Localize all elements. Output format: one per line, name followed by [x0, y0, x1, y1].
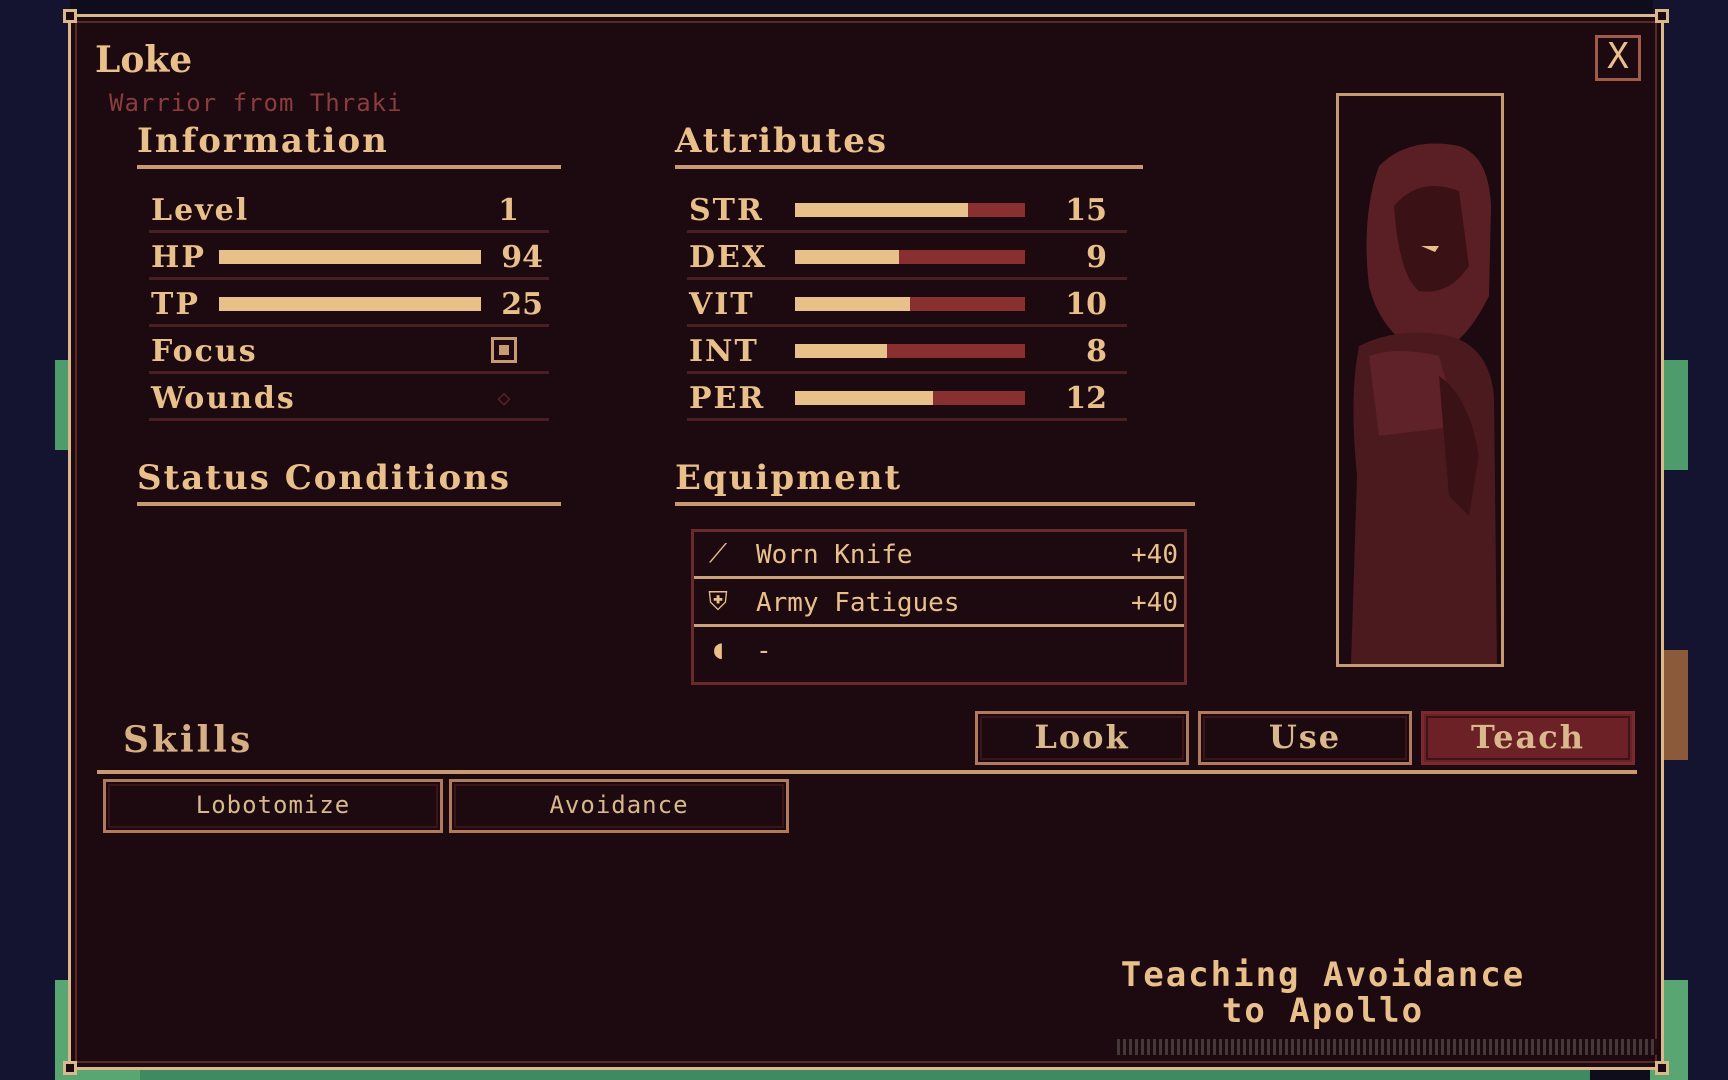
attribute-label: INT	[689, 334, 759, 369]
attribute-label: DEX	[689, 240, 768, 275]
stat-label: HP	[151, 240, 206, 275]
equipment-slot[interactable]: ⛨ Army Fatigues +40	[694, 580, 1184, 627]
stat-row-level: Level 1	[149, 189, 549, 233]
tp-bar-fill	[219, 297, 481, 311]
grass-tile	[55, 360, 69, 450]
panel-corner	[63, 1061, 77, 1075]
skills-divider	[97, 770, 1637, 774]
equipment-name: -	[756, 636, 772, 666]
attribute-bar-fill	[795, 203, 968, 217]
equipment-name: Worn Knife	[756, 540, 913, 570]
equipment-list: ⟋ Worn Knife +40 ⛨ Army Fatigues +40 ◖ -	[691, 529, 1187, 685]
attribute-value: 9	[1086, 240, 1107, 275]
status-conditions-heading: Status Conditions	[137, 458, 561, 506]
look-button[interactable]: Look	[975, 711, 1189, 765]
attribute-bar-fill	[795, 297, 910, 311]
stat-row-focus: Focus	[149, 330, 549, 374]
stat-label: TP	[151, 287, 200, 322]
skills-heading: Skills	[123, 719, 254, 761]
equipment-bonus: +40	[1131, 540, 1178, 570]
skill-button-lobotomize[interactable]: Lobotomize	[103, 779, 443, 833]
hp-bar	[219, 250, 481, 264]
accessory-icon: ◖	[710, 635, 726, 665]
equipment-slot[interactable]: ◖ -	[694, 628, 1184, 675]
attribute-row-per: PER 12	[687, 377, 1127, 421]
attribute-label: STR	[689, 193, 764, 228]
equipment-slot[interactable]: ⟋ Worn Knife +40	[694, 532, 1184, 579]
stat-value: 94	[501, 240, 543, 275]
attribute-value: 15	[1065, 193, 1107, 228]
information-heading: Information	[137, 121, 561, 169]
attribute-bar	[795, 344, 1025, 358]
panel-corner	[63, 9, 77, 23]
tp-bar	[219, 297, 481, 311]
character-sheet-panel: Loke Warrior from Thraki X Information L…	[63, 9, 1669, 1075]
hp-bar-fill	[219, 250, 481, 264]
stat-row-hp: HP 94	[149, 236, 549, 280]
map-background-right	[1653, 0, 1728, 1080]
attribute-value: 12	[1065, 381, 1107, 416]
stat-value: 25	[501, 287, 543, 322]
knife-icon: ⟋	[708, 539, 728, 569]
attribute-bar-fill	[795, 344, 887, 358]
stat-label: Focus	[151, 334, 258, 369]
close-button[interactable]: X	[1595, 35, 1641, 81]
character-name: Loke	[95, 39, 193, 81]
teaching-message-line: Teaching Avoidance	[1120, 955, 1526, 995]
stat-label: Level	[151, 193, 250, 228]
armor-icon: ⛨	[708, 587, 728, 617]
wound-diamond-icon: ◇	[497, 386, 511, 411]
progress-dither	[1117, 1039, 1657, 1055]
stat-row-tp: TP 25	[149, 283, 549, 327]
attribute-bar-fill	[795, 391, 933, 405]
skill-button-avoidance[interactable]: Avoidance	[449, 779, 789, 833]
attribute-bar	[795, 250, 1025, 264]
teaching-message: Teaching Avoidance to Apollo	[1103, 957, 1543, 1029]
attribute-row-vit: VIT 10	[687, 283, 1127, 327]
attribute-bar	[795, 297, 1025, 311]
focus-checkbox[interactable]	[491, 337, 517, 363]
equipment-heading: Equipment	[675, 458, 1195, 506]
attributes-heading: Attributes	[675, 121, 1143, 169]
attribute-label: VIT	[689, 287, 755, 322]
portrait-figure	[1351, 143, 1497, 664]
character-portrait	[1336, 93, 1504, 667]
attribute-bar	[795, 203, 1025, 217]
stat-row-wounds: Wounds ◇	[149, 377, 549, 421]
attribute-value: 10	[1065, 287, 1107, 322]
use-button[interactable]: Use	[1198, 711, 1412, 765]
teaching-message-line: to Apollo	[1221, 991, 1425, 1031]
attribute-row-int: INT 8	[687, 330, 1127, 374]
equipment-bonus: +40	[1131, 588, 1178, 618]
panel-corner	[1655, 9, 1669, 23]
map-background-left	[0, 0, 70, 1080]
teach-button[interactable]: Teach	[1421, 711, 1635, 765]
attribute-bar	[795, 391, 1025, 405]
equipment-name: Army Fatigues	[756, 588, 960, 618]
attribute-row-dex: DEX 9	[687, 236, 1127, 280]
character-subtitle: Warrior from Thraki	[109, 89, 403, 117]
attribute-bar-fill	[795, 250, 899, 264]
attribute-row-str: STR 15	[687, 189, 1127, 233]
attribute-label: PER	[689, 381, 766, 416]
stat-value: 1	[498, 193, 519, 228]
attribute-value: 8	[1086, 334, 1107, 369]
panel-corner	[1655, 1061, 1669, 1075]
stat-label: Wounds	[151, 381, 296, 416]
close-icon: X	[1607, 36, 1629, 77]
